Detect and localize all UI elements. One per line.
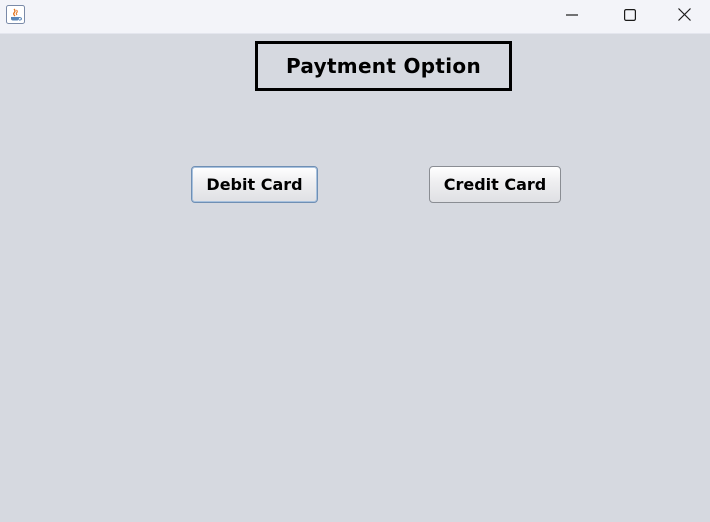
minimize-button[interactable] <box>543 0 601 30</box>
close-icon <box>678 6 691 25</box>
debit-card-button[interactable]: Debit Card <box>191 166 318 203</box>
close-button[interactable] <box>659 0 710 30</box>
maximize-icon <box>624 6 637 25</box>
credit-card-button[interactable]: Credit Card <box>429 166 561 203</box>
minimize-icon <box>566 6 578 25</box>
content-panel: Paytment Option Debit Card Credit Card <box>0 34 710 522</box>
title-bar[interactable] <box>0 0 710 34</box>
app-window: Paytment Option Debit Card Credit Card <box>0 0 710 522</box>
java-icon <box>6 5 25 24</box>
page-title: Paytment Option <box>255 41 512 91</box>
maximize-button[interactable] <box>601 0 659 30</box>
